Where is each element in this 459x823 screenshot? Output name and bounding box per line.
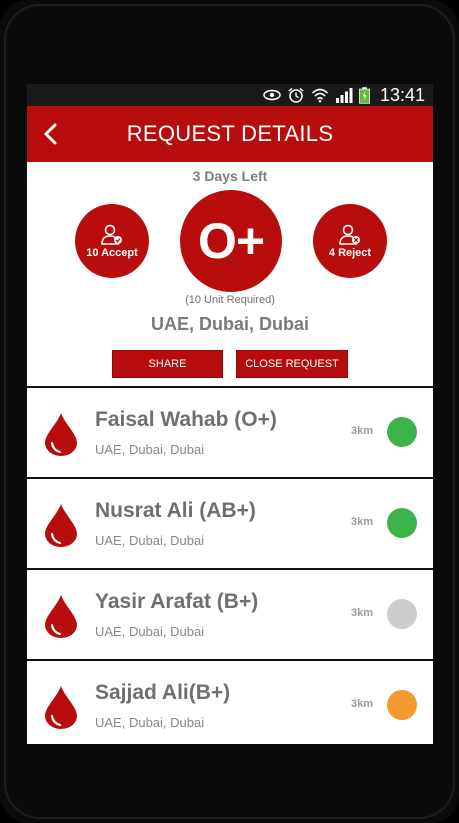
back-button[interactable]: [37, 120, 65, 148]
battery-icon: [359, 86, 370, 104]
donor-distance: 3km: [351, 516, 374, 528]
blood-drop-icon: [45, 686, 77, 729]
donor-row[interactable]: Yasir Arafat (B+) UAE, Dubai, Dubai 3km: [27, 568, 433, 659]
donor-location: UAE, Dubai, Dubai: [95, 715, 205, 730]
eye-icon: [263, 89, 281, 101]
donor-name: Nusrat Ali (AB+): [95, 499, 256, 522]
wifi-icon: [311, 88, 328, 103]
close-request-button[interactable]: CLOSE REQUEST: [236, 350, 348, 378]
request-summary: 3 Days Left 10 Accept O+ 4 Reject (10 Un…: [27, 162, 433, 386]
donor-name: Yasir Arafat (B+): [95, 590, 259, 613]
donor-row[interactable]: Nusrat Ali (AB+) UAE, Dubai, Dubai 3km: [27, 477, 433, 568]
blood-group-text: O+: [197, 213, 265, 269]
blood-drop-icon: [45, 413, 77, 456]
app-screen: 13:41 REQUEST DETAILS 3 Days Left 10 Acc…: [27, 84, 433, 744]
units-required: (10 Unit Required): [185, 294, 275, 306]
accept-label: 10 Accept: [86, 246, 138, 259]
back-arrow-icon: [43, 123, 57, 145]
app-header: REQUEST DETAILS: [27, 106, 433, 162]
share-button[interactable]: SHARE: [112, 350, 223, 378]
user-check-icon: [101, 224, 122, 245]
phone-frame: 13:41 REQUEST DETAILS 3 Days Left 10 Acc…: [0, 0, 459, 823]
status-bar: 13:41: [27, 84, 433, 106]
donor-status-indicator: [387, 417, 417, 447]
donor-row[interactable]: Faisal Wahab (O+) UAE, Dubai, Dubai 3km: [27, 386, 433, 477]
donor-distance: 3km: [351, 607, 374, 619]
donor-distance: 3km: [351, 698, 374, 710]
days-left-label: 3 Days Left: [192, 168, 268, 184]
donor-location: UAE, Dubai, Dubai: [95, 624, 205, 639]
donor-name: Faisal Wahab (O+): [95, 408, 277, 431]
donor-status-indicator: [387, 599, 417, 629]
donor-list: Faisal Wahab (O+) UAE, Dubai, Dubai 3km …: [27, 386, 433, 744]
blood-drop-icon: [45, 504, 77, 547]
blood-drop-icon: [45, 595, 77, 638]
status-time: 13:41: [379, 84, 425, 105]
donor-row[interactable]: Sajjad Ali(B+) UAE, Dubai, Dubai 3km: [27, 659, 433, 744]
donor-status-indicator: [387, 690, 417, 720]
donor-location: UAE, Dubai, Dubai: [95, 533, 205, 548]
signal-icon: [335, 88, 353, 103]
donor-distance: 3km: [351, 425, 374, 437]
page-title: REQUEST DETAILS: [126, 121, 334, 146]
donor-name: Sajjad Ali(B+): [95, 681, 231, 704]
blood-group-badge: O+: [180, 190, 282, 292]
donor-location: UAE, Dubai, Dubai: [95, 442, 205, 457]
user-reject-icon: [339, 224, 360, 245]
accept-count-button[interactable]: 10 Accept: [75, 204, 149, 278]
reject-label: 4 Reject: [328, 246, 372, 259]
reject-count-button[interactable]: 4 Reject: [313, 204, 387, 278]
alarm-icon: [288, 87, 304, 103]
donor-status-indicator: [387, 508, 417, 538]
request-location: UAE, Dubai, Dubai: [150, 314, 309, 334]
